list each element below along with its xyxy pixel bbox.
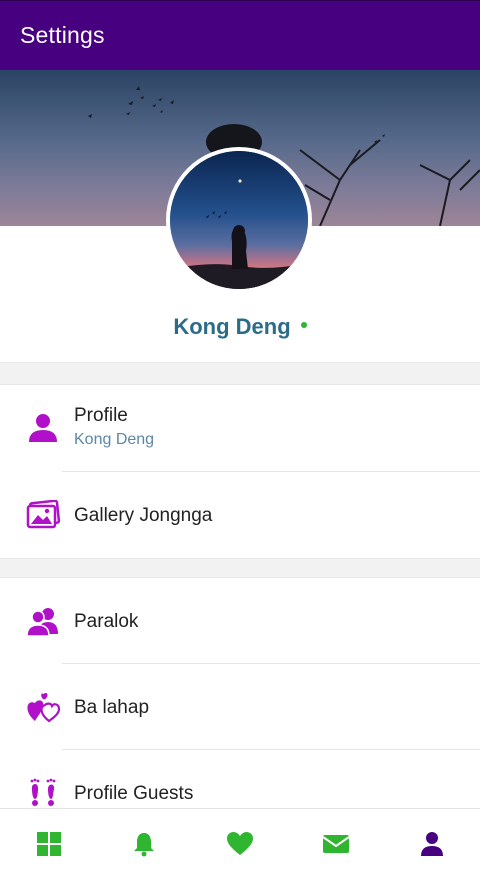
settings-item-label: Gallery Jongnga xyxy=(74,505,213,526)
grid-icon xyxy=(37,832,61,856)
settings-item-paralok[interactable]: Paralok xyxy=(0,578,480,664)
page-title: Settings xyxy=(20,22,105,48)
avatar-image xyxy=(170,151,308,289)
nav-notifications-button[interactable] xyxy=(129,829,159,859)
settings-item-ba-lahap[interactable]: Ba lahap xyxy=(0,664,480,750)
friends-icon xyxy=(24,602,62,640)
hearts-icon xyxy=(24,688,62,726)
settings-item-label: Ba lahap xyxy=(74,697,150,718)
settings-item-label: Profile Guests xyxy=(74,783,194,804)
profile-name: Kong Deng xyxy=(173,314,291,339)
mail-icon xyxy=(322,835,350,853)
nav-account-button[interactable] xyxy=(417,829,447,859)
section-separator xyxy=(0,558,480,578)
nav-likes-button[interactable] xyxy=(225,829,255,859)
footprints-icon xyxy=(24,774,62,812)
settings-item-label: Paralok xyxy=(74,611,139,632)
settings-item-label: Profile xyxy=(74,405,128,426)
nav-messages-button[interactable] xyxy=(321,829,351,859)
settings-item-profile-guests[interactable]: Profile Guests xyxy=(0,750,480,808)
settings-item-profile[interactable]: Profile Kong Deng xyxy=(0,385,480,472)
avatar[interactable] xyxy=(166,147,312,293)
nav-home-button[interactable] xyxy=(34,829,64,859)
photos-icon xyxy=(24,496,62,534)
profile-name-row: Kong Deng xyxy=(0,310,480,344)
settings-item-sublabel: Kong Deng xyxy=(74,431,155,448)
settings-item-gallery[interactable]: Gallery Jongnga xyxy=(0,472,480,558)
person-icon xyxy=(24,409,62,447)
heart-icon xyxy=(227,832,253,855)
person-icon xyxy=(421,832,443,856)
online-status-dot xyxy=(300,322,307,328)
bottom-navigation xyxy=(0,808,480,880)
app-bar: Settings xyxy=(0,0,480,70)
section-separator xyxy=(0,362,480,385)
bell-icon xyxy=(134,833,154,857)
